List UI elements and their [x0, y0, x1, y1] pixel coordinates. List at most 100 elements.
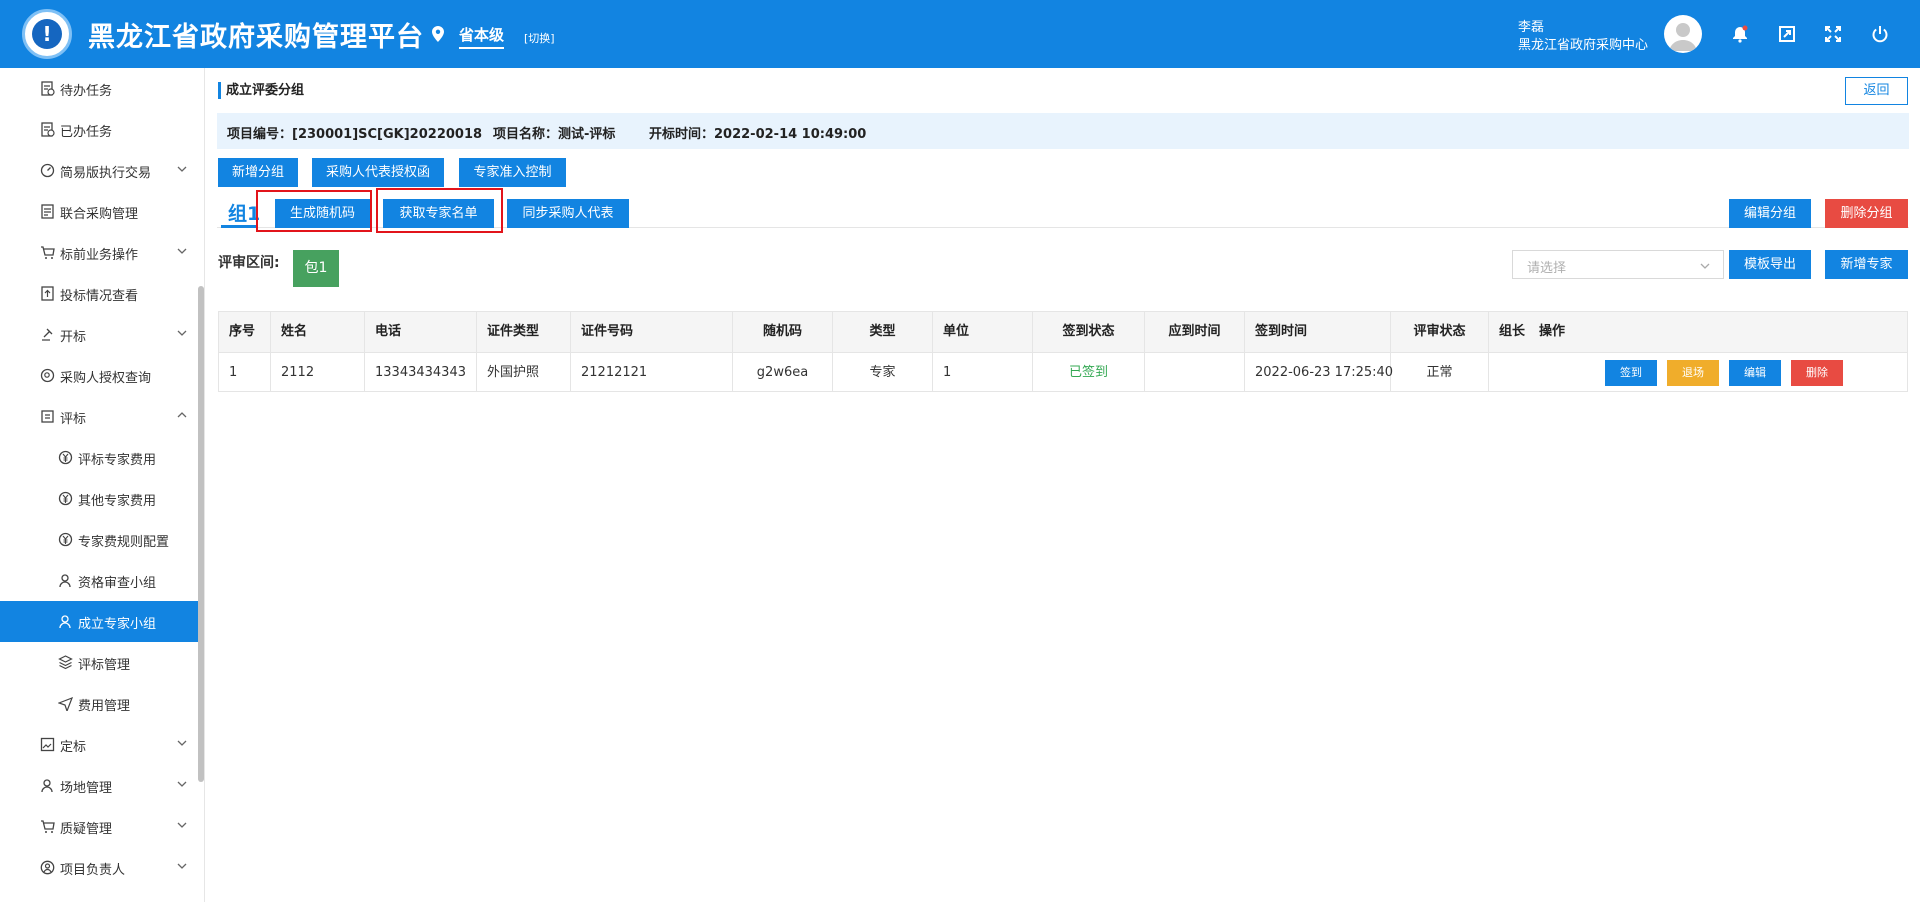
sidebar-item-expert-fee[interactable]: 评标专家费用 — [0, 437, 200, 478]
top-header: ! 黑龙江省政府采购管理平台 省本级 [切换] 李磊 黑龙江省政府采购中心 — [0, 0, 1920, 68]
column-header: 随机码 — [733, 312, 833, 352]
column-header: 操作 — [1539, 324, 1566, 339]
sidebar-item-label: 评标 — [60, 412, 87, 427]
sync-purchaser-rep-button[interactable]: 同步采购人代表 — [507, 199, 629, 228]
column-header: 单位 — [933, 312, 1033, 352]
column-header: 类型 — [833, 312, 933, 352]
sidebar-item-label: 评标管理 — [78, 658, 131, 673]
power-icon[interactable] — [1871, 25, 1889, 43]
column-header: 签到时间 — [1245, 312, 1391, 352]
cell-type: 专家 — [833, 353, 933, 391]
column-header: 证件类型 — [477, 312, 571, 352]
cell-review-status: 正常 — [1391, 353, 1489, 391]
switch-region-link[interactable]: [切换] — [524, 30, 555, 46]
sidebar-item-bid-opening[interactable]: 开标 — [0, 314, 200, 355]
yuan-circle-icon — [58, 450, 73, 465]
cell-random-code: g2w6ea — [733, 353, 833, 391]
expert-access-control-button[interactable]: 专家准入控制 — [459, 158, 566, 187]
sidebar-item-pre-bid[interactable]: 标前业务操作 — [0, 232, 200, 273]
chevron-down-icon — [177, 781, 187, 787]
sidebar-item-expert-group[interactable]: 成立专家小组 — [0, 601, 200, 642]
add-expert-button[interactable]: 新增专家 — [1825, 250, 1908, 279]
gavel-icon — [42, 328, 53, 341]
column-header: 序号 — [219, 312, 271, 352]
send-icon — [58, 696, 73, 711]
sidebar-item-done[interactable]: 已办任务 — [0, 109, 200, 150]
sidebar-item-fee-rule[interactable]: 专家费规则配置 — [0, 519, 200, 560]
sidebar-item-label: 其他专家费用 — [78, 494, 157, 509]
sidebar-item-label: 联合采购管理 — [60, 207, 139, 222]
sidebar-item-evaluation[interactable]: 评标 — [0, 396, 200, 437]
sidebar-item-bid-status[interactable]: 投标情况查看 — [0, 273, 200, 314]
document-icon — [41, 204, 54, 219]
sidebar-item-other-expert-fee[interactable]: 其他专家费用 — [0, 478, 200, 519]
cell-due-time — [1145, 353, 1245, 391]
generate-random-code-button[interactable]: 生成随机码 — [275, 199, 370, 228]
exit-button[interactable]: 退场 — [1667, 360, 1719, 386]
user-organization: 黑龙江省政府采购中心 — [1518, 38, 1649, 53]
delete-group-button[interactable]: 删除分组 — [1825, 199, 1908, 228]
purchaser-auth-letter-button[interactable]: 采购人代表授权函 — [312, 158, 444, 187]
column-header: 评审状态 — [1391, 312, 1489, 352]
get-expert-list-button[interactable]: 获取专家名单 — [383, 199, 494, 228]
sidebar-item-todo[interactable]: 待办任务 — [0, 68, 200, 109]
edit-group-button[interactable]: 编辑分组 — [1729, 199, 1811, 228]
sidebar-item-qualification-group[interactable]: 资格审查小组 — [0, 560, 200, 601]
sidebar-item-joint-purchase[interactable]: 联合采购管理 — [0, 191, 200, 232]
sidebar-item-label: 投标情况查看 — [60, 289, 139, 304]
sidebar-item-project-lead[interactable]: 项目负责人 — [0, 847, 200, 888]
search-circle-icon — [40, 368, 55, 383]
sidebar-item-label: 开标 — [60, 330, 87, 345]
app-title: 黑龙江省政府采购管理平台 — [88, 22, 424, 53]
back-button[interactable]: 返回 — [1845, 77, 1908, 105]
cell-id-number: 21212121 — [571, 353, 733, 391]
sidebar-item-label: 待办任务 — [60, 84, 113, 99]
sidebar-item-label: 专家费规则配置 — [78, 535, 170, 550]
evaluation-icon — [41, 410, 54, 423]
template-export-button[interactable]: 模板导出 — [1729, 250, 1811, 279]
sidebar-item-challenge[interactable]: 质疑管理 — [0, 806, 200, 847]
add-group-button[interactable]: 新增分组 — [218, 158, 298, 187]
sidebar-item-label: 简易版执行交易 — [60, 166, 152, 181]
package-badge[interactable]: 包1 — [293, 250, 339, 287]
column-header: 证件号码 — [571, 312, 733, 352]
user-circle-icon — [40, 860, 55, 875]
fullscreen-icon[interactable] — [1824, 25, 1842, 43]
chevron-down-icon — [177, 822, 187, 828]
cell-id-type: 外国护照 — [477, 353, 571, 391]
sidebar-item-evaluation-management[interactable]: 评标管理 — [0, 642, 200, 683]
project-number: 项目编号：[230001]SC[GK]20220018 — [227, 127, 483, 142]
avatar[interactable] — [1664, 15, 1702, 53]
image-frame-icon — [40, 737, 55, 752]
screen-icon[interactable] — [1778, 25, 1796, 43]
column-header: 签到状态 — [1033, 312, 1145, 352]
sign-in-button[interactable]: 签到 — [1605, 360, 1657, 386]
sidebar-item-label: 标前业务操作 — [60, 248, 139, 263]
sidebar-item-purchaser-auth[interactable]: 采购人授权查询 — [0, 355, 200, 396]
sidebar-item-label: 成立专家小组 — [78, 617, 157, 632]
sidebar-item-simple-trade[interactable]: 简易版执行交易 — [0, 150, 200, 191]
cell-sign-status: 已签到 — [1033, 353, 1145, 391]
chevron-up-icon — [177, 412, 187, 418]
sidebar-item-label: 评标专家费用 — [78, 453, 157, 468]
region-level[interactable]: 省本级 — [459, 24, 505, 49]
cell-sign-time: 2022-06-23 17:25:40 — [1245, 353, 1393, 391]
notification-bell-icon[interactable] — [1731, 25, 1749, 43]
cart-icon — [41, 246, 55, 259]
sidebar-item-fee-management[interactable]: 费用管理 — [0, 683, 200, 724]
edit-button[interactable]: 编辑 — [1729, 360, 1781, 386]
task-done-icon — [41, 122, 55, 137]
sidebar-item-label: 场地管理 — [60, 781, 113, 796]
user-avatar-icon — [1669, 23, 1697, 51]
sidebar-item-venue[interactable]: 场地管理 — [0, 765, 200, 806]
user-name: 李磊 — [1518, 20, 1545, 35]
select-dropdown[interactable]: 请选择 — [1512, 250, 1724, 279]
sidebar-item-label: 费用管理 — [78, 699, 131, 714]
cart-icon — [41, 820, 55, 833]
review-range-label: 评审区间: — [218, 255, 280, 271]
sidebar-item-award[interactable]: 定标 — [0, 724, 200, 765]
cell-phone: 13343434343 — [365, 353, 477, 391]
sidebar-item-label: 已办任务 — [60, 125, 113, 140]
delete-button[interactable]: 删除 — [1791, 360, 1843, 386]
sidebar-scrollbar[interactable] — [198, 286, 204, 782]
